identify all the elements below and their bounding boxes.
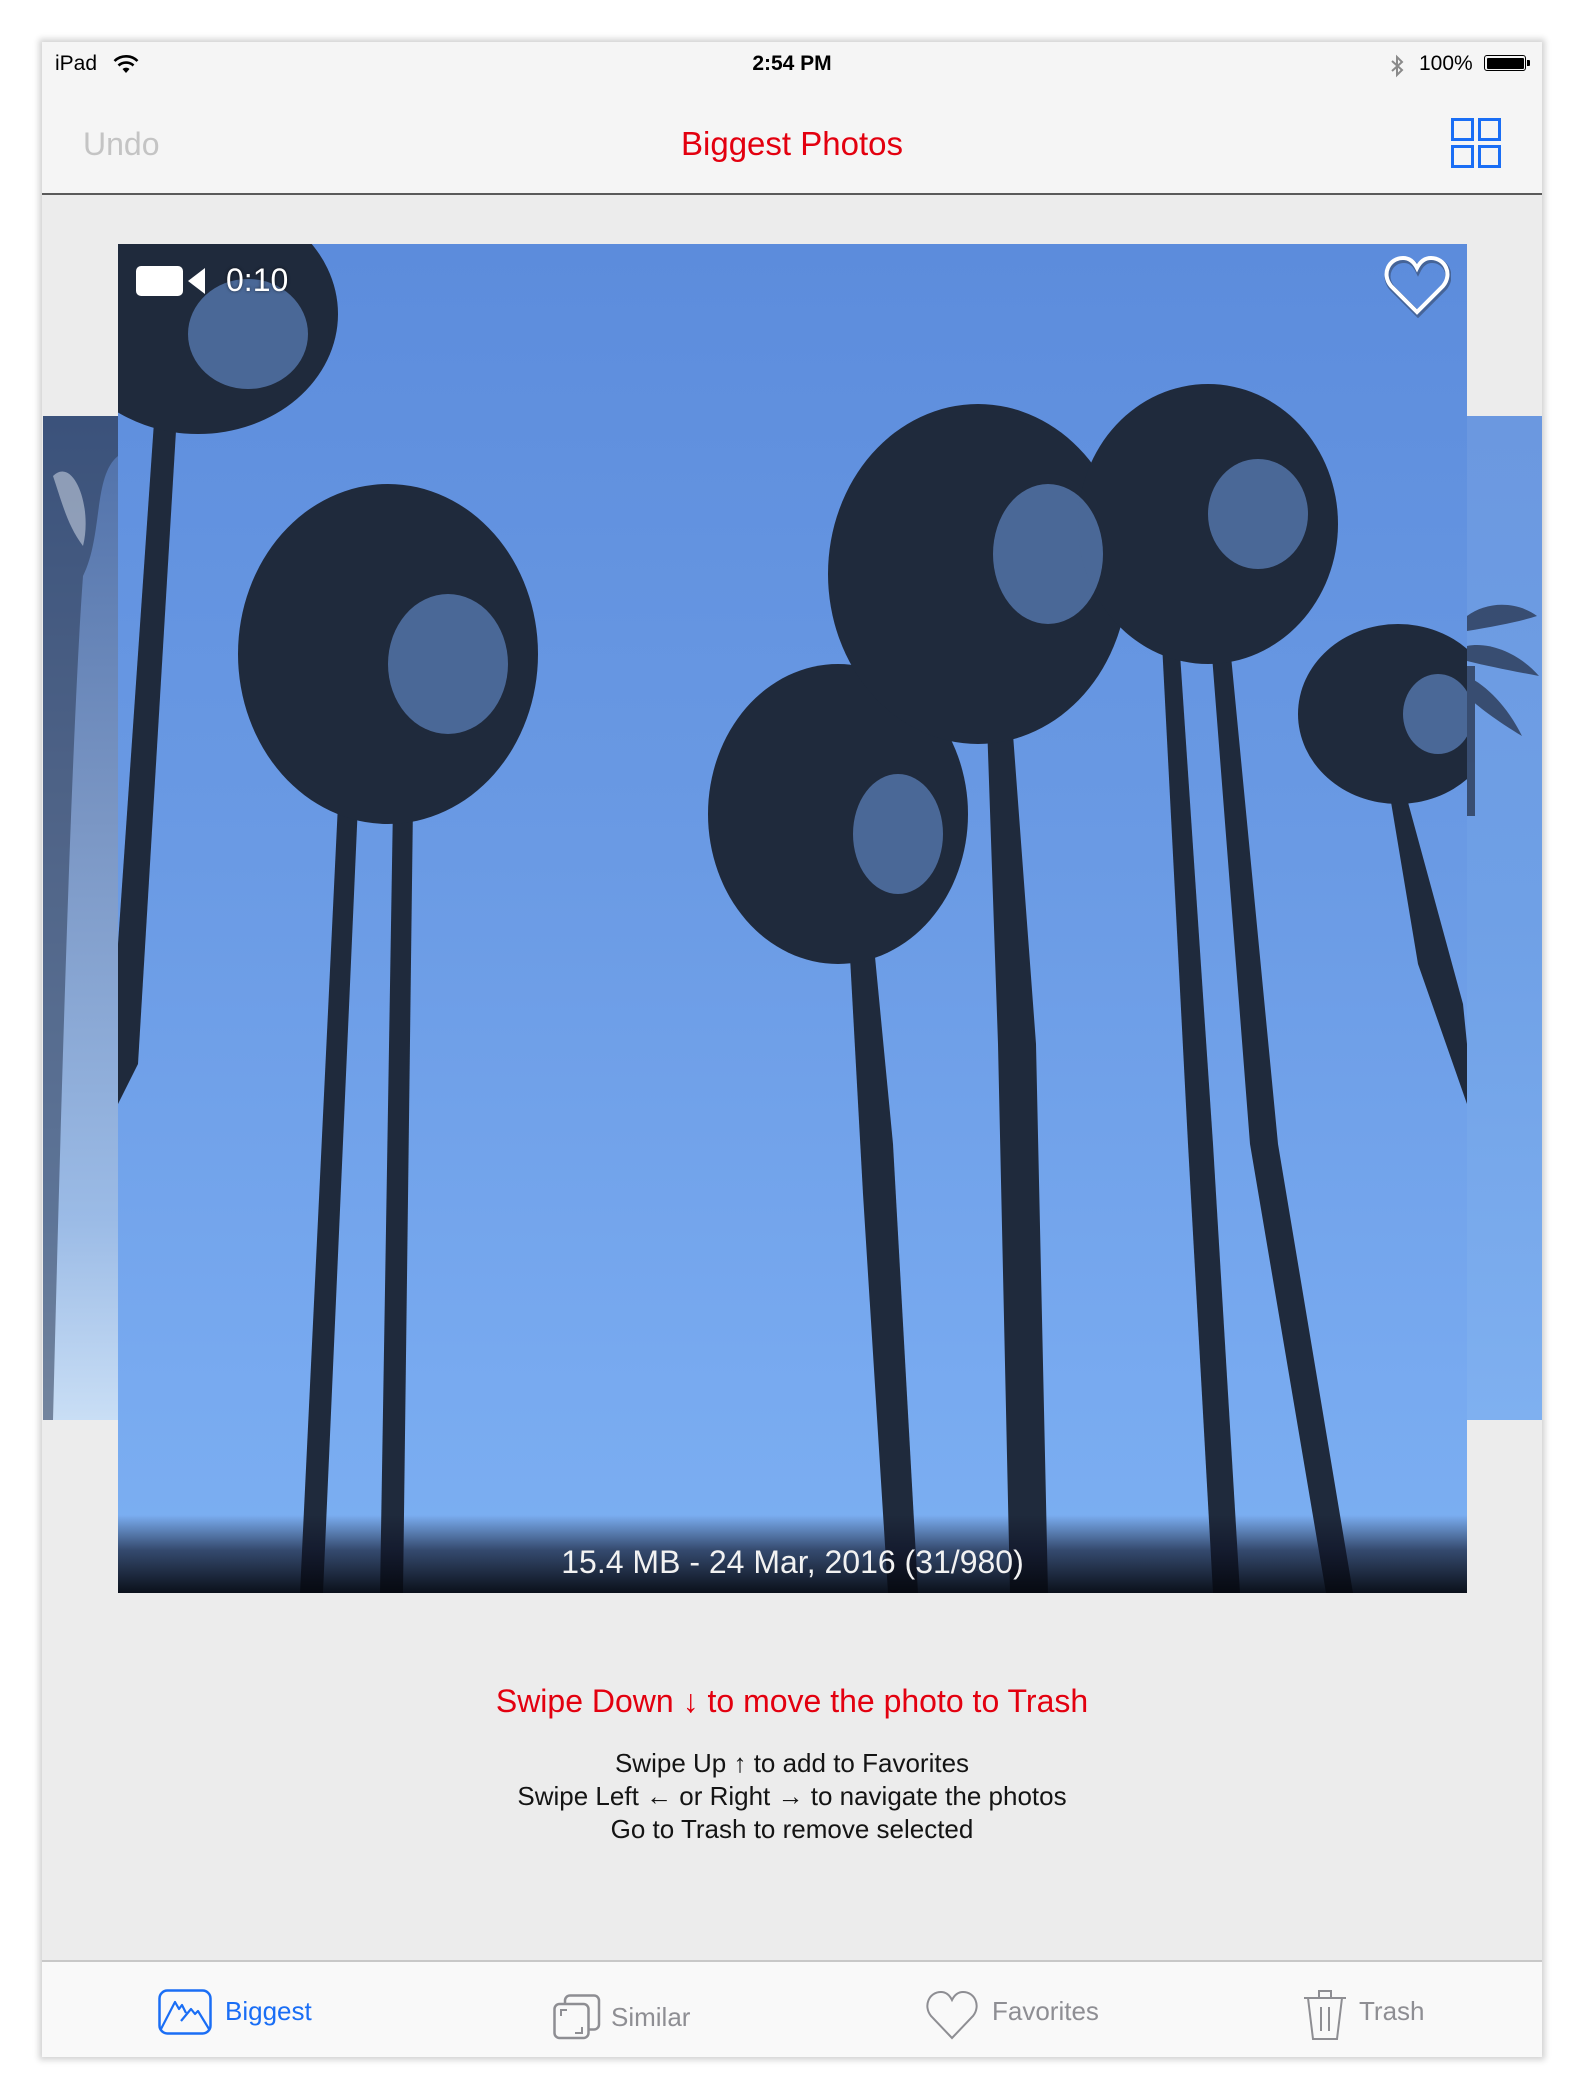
previous-photo-scene [43,416,118,1420]
video-camera-icon [136,265,205,296]
next-photo[interactable] [1467,416,1542,1420]
battery-fill [1486,57,1524,69]
instructions-list: Swipe Up ↑ to add to Favorites Swipe Lef… [42,1747,1542,1846]
previous-photo[interactable] [43,416,118,1420]
photo-card[interactable]: 0:10 15.4 MB - 24 Mar, 2016 (31/980) [118,244,1467,1593]
ipad-screen: iPad 2:54 PM 100% Undo Biggest Photos 0:… [42,42,1542,2057]
navigation-bar: iPad 2:54 PM 100% Undo Biggest Photos [42,42,1542,195]
trash-hint: Go to Trash to remove selected [610,1814,974,1844]
bluetooth-icon [1391,54,1404,78]
tab-biggest[interactable]: Biggest [112,1962,342,2057]
tab-trash[interactable]: Trash [1282,1962,1502,2057]
swipe-left-right-hint: Swipe Left ← or Right → to navigate the … [517,1781,1067,1811]
video-badge: 0:10 [136,262,288,299]
tab-similar[interactable]: Similar [522,1962,752,2057]
tab-label: Favorites [992,1996,1099,2026]
photo-caption: 15.4 MB - 24 Mar, 2016 (31/980) [561,1544,1024,1580]
mountains-photo-icon [158,1989,212,2035]
tab-label: Trash [1359,1996,1425,2026]
battery-percent: 100% [1419,52,1473,75]
trash-icon [1304,1990,1346,2040]
heart-outline-icon[interactable] [1383,254,1451,318]
stacked-photos-icon [553,1994,601,2040]
battery-icon [1484,55,1530,71]
page-title: Biggest Photos [681,125,903,162]
heart-icon [926,1990,978,2040]
grid-view-icon[interactable] [1451,118,1501,168]
tab-label: Similar [611,2002,691,2032]
video-duration: 0:10 [226,262,289,298]
status-time: 2:54 PM [752,52,832,75]
palm-trees-photo [118,244,1467,1593]
swipe-down-hint: Swipe Down ↓ to move the photo to Trash [495,1683,1089,1719]
swipe-up-hint: Swipe Up ↑ to add to Favorites [614,1748,970,1778]
tab-label: Biggest [225,1996,312,2026]
tab-bar: Biggest Similar Favorites Trash [42,1960,1542,2057]
next-photo-scene [1467,604,1539,816]
tab-favorites[interactable]: Favorites [902,1962,1152,2057]
